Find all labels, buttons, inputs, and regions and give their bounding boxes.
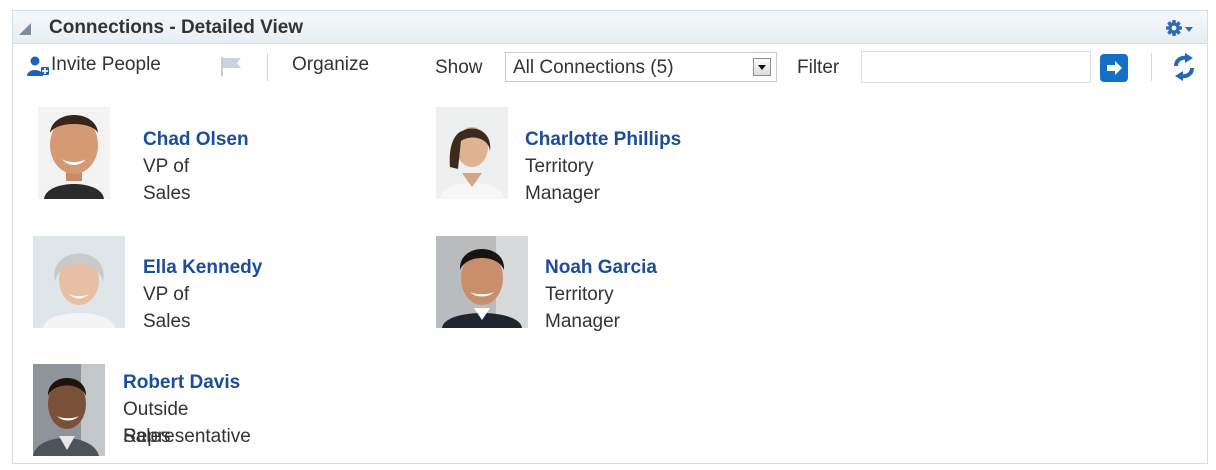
show-select[interactable]: All Connections (5): [505, 52, 777, 82]
refresh-button[interactable]: [1171, 53, 1197, 86]
avatar[interactable]: [436, 107, 508, 199]
connection-name[interactable]: Charlotte Phillips: [525, 129, 681, 151]
avatar[interactable]: [33, 364, 105, 456]
filter-input[interactable]: [861, 51, 1091, 83]
panel-header: Connections - Detailed View: [13, 11, 1207, 44]
add-person-icon: [27, 56, 49, 76]
organize-button[interactable]: Organize: [292, 54, 369, 76]
gear-icon: [1166, 20, 1193, 36]
toolbar-divider: [267, 53, 268, 81]
gear-menu-button[interactable]: [1165, 18, 1195, 43]
arrow-right-icon: [1107, 61, 1122, 75]
refresh-icon: [1174, 53, 1194, 81]
avatar[interactable]: [436, 236, 528, 328]
connection-title: VP of Sales: [143, 156, 191, 204]
collapse-triangle-icon[interactable]: [17, 21, 33, 42]
toolbar-divider: [1151, 53, 1152, 81]
show-select-value: All Connections (5): [513, 57, 674, 78]
go-button[interactable]: [1100, 54, 1128, 82]
avatar[interactable]: [38, 107, 110, 199]
connection-title-line2: Representative: [123, 426, 251, 447]
flag-icon[interactable]: [217, 55, 245, 83]
invite-people-button[interactable]: Invite People: [51, 54, 161, 76]
show-label: Show: [435, 57, 483, 78]
connection-title: Territory Manager: [525, 156, 600, 204]
connection-name[interactable]: Chad Olsen: [143, 129, 249, 151]
panel-title: Connections - Detailed View: [49, 17, 304, 38]
connection-name[interactable]: Robert Davis: [123, 372, 240, 394]
chevron-down-icon[interactable]: [753, 58, 771, 76]
invite-icon[interactable]: [27, 55, 49, 83]
filter-label: Filter: [797, 57, 840, 78]
connection-title: VP of Sales: [143, 284, 191, 332]
avatar[interactable]: [33, 236, 125, 328]
connection-name[interactable]: Noah Garcia: [545, 257, 657, 279]
toolbar: Invite People Organize Show All Connecti…: [13, 45, 1207, 89]
connection-title: Territory Manager: [545, 284, 620, 332]
connections-panel: Connections - Detailed View Invite Peopl…: [12, 10, 1208, 464]
connection-name[interactable]: Ella Kennedy: [143, 257, 262, 279]
